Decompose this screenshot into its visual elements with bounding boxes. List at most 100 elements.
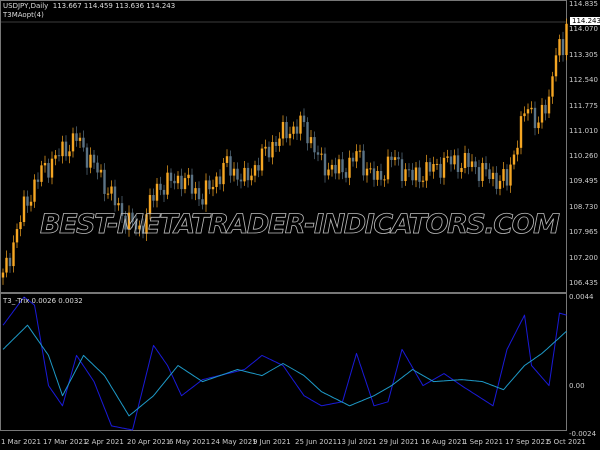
candle-body	[302, 115, 306, 123]
candle-body	[61, 141, 64, 157]
candle-body	[449, 156, 453, 165]
candle-body	[306, 122, 309, 144]
candle-body	[397, 157, 400, 160]
candle-body	[414, 167, 418, 181]
candle-body	[19, 222, 22, 230]
candle-body	[285, 122, 288, 139]
candle-body	[400, 159, 404, 182]
current-price-label: 114.243	[570, 17, 600, 25]
date-axis-tick: 25 Jun 2021	[295, 438, 338, 446]
candle-body	[337, 159, 341, 174]
candle-body	[323, 153, 327, 176]
candle-body	[313, 137, 316, 153]
candle-body	[491, 172, 495, 180]
candle-body	[211, 186, 215, 190]
indicator-axis-tick: -0.0024	[569, 430, 597, 438]
candle-body	[36, 179, 40, 182]
price-axis-tick: 111.775	[569, 101, 598, 110]
candle-body	[250, 175, 253, 181]
candle-body	[92, 154, 96, 163]
candle-body	[407, 169, 411, 171]
candle-body	[8, 257, 12, 267]
candle-body	[232, 168, 236, 176]
candle-body	[383, 179, 386, 181]
price-axis-tick: 114.070	[569, 25, 598, 34]
candle-body	[467, 153, 470, 167]
candle-body	[544, 104, 547, 114]
candle-body	[47, 163, 50, 178]
candle-body	[40, 165, 43, 182]
candle-body	[418, 167, 421, 182]
candle-body	[267, 146, 271, 158]
candle-body	[183, 178, 187, 190]
candle-body	[197, 188, 201, 200]
candle-body	[309, 137, 313, 144]
date-axis-tick: 29 Jul 2021	[379, 438, 419, 446]
candle-body	[509, 164, 512, 186]
candle-body	[446, 156, 449, 158]
candle-body	[502, 169, 505, 181]
candle-body	[57, 155, 61, 157]
candle-body	[505, 169, 509, 186]
candle-body	[201, 199, 204, 205]
candle-body	[68, 151, 71, 157]
price-axis-tick: 111.010	[569, 127, 598, 136]
candle-body	[540, 104, 544, 123]
candle-body	[15, 229, 19, 243]
trix-lines	[2, 296, 567, 431]
price-axis-tick: 110.260	[569, 151, 598, 160]
candle-body	[393, 157, 397, 161]
symbol-info: USDJPY,Daily 113.667 114.459 113.636 114…	[3, 2, 176, 10]
candle-body	[355, 151, 358, 162]
candle-body	[561, 39, 565, 56]
candle-body	[330, 164, 334, 170]
candle-body	[351, 157, 355, 162]
trix-main-line	[2, 296, 567, 431]
candle-body	[288, 133, 292, 139]
candle-body	[495, 172, 498, 189]
candle-body	[260, 148, 264, 171]
candle-body	[82, 137, 85, 148]
price-axis-tick: 107.200	[569, 253, 598, 262]
candle-body	[180, 175, 183, 190]
candle-body	[365, 168, 369, 176]
candle-body	[33, 179, 36, 202]
candle-body	[379, 171, 383, 180]
candle-body	[530, 107, 533, 110]
candle-body	[316, 152, 320, 155]
candle-body	[390, 156, 393, 161]
candle-body	[295, 126, 299, 134]
candle-body	[5, 257, 8, 273]
candle-body	[477, 167, 481, 181]
candle-body	[474, 161, 477, 168]
date-axis-tick: 6 May 2021	[169, 438, 211, 446]
candle-body	[26, 196, 29, 206]
candle-body	[281, 122, 285, 139]
candle-body	[264, 146, 267, 149]
indicator-axis-tick: 0.00	[569, 381, 585, 390]
candle-body	[1, 272, 5, 278]
candle-body	[558, 39, 561, 56]
price-axis-tick: 109.495	[569, 177, 598, 186]
candle-body	[246, 167, 250, 181]
candle-body	[435, 163, 439, 165]
indicator-axis-tick: 0.0044	[569, 293, 594, 301]
candle-body	[89, 154, 92, 168]
candle-body	[376, 171, 379, 180]
candle-body	[169, 172, 173, 181]
candle-body	[320, 153, 323, 155]
candle-body	[96, 162, 99, 173]
candle-body	[344, 172, 348, 178]
date-axis-tick: 5 Oct 2021	[547, 438, 586, 446]
date-axis-tick: 2 Apr 2021	[85, 438, 124, 446]
candle-body	[547, 96, 551, 114]
price-axis-tick: 112.540	[569, 76, 598, 85]
candle-body	[152, 195, 155, 201]
candle-body	[187, 174, 190, 179]
price-axis-tick: 108.730	[569, 202, 598, 211]
candle-body	[369, 168, 372, 170]
candle-body	[519, 116, 523, 148]
candle-body	[551, 76, 554, 97]
date-axis-tick: 24 May 2021	[211, 438, 257, 446]
candle-body	[173, 180, 176, 184]
